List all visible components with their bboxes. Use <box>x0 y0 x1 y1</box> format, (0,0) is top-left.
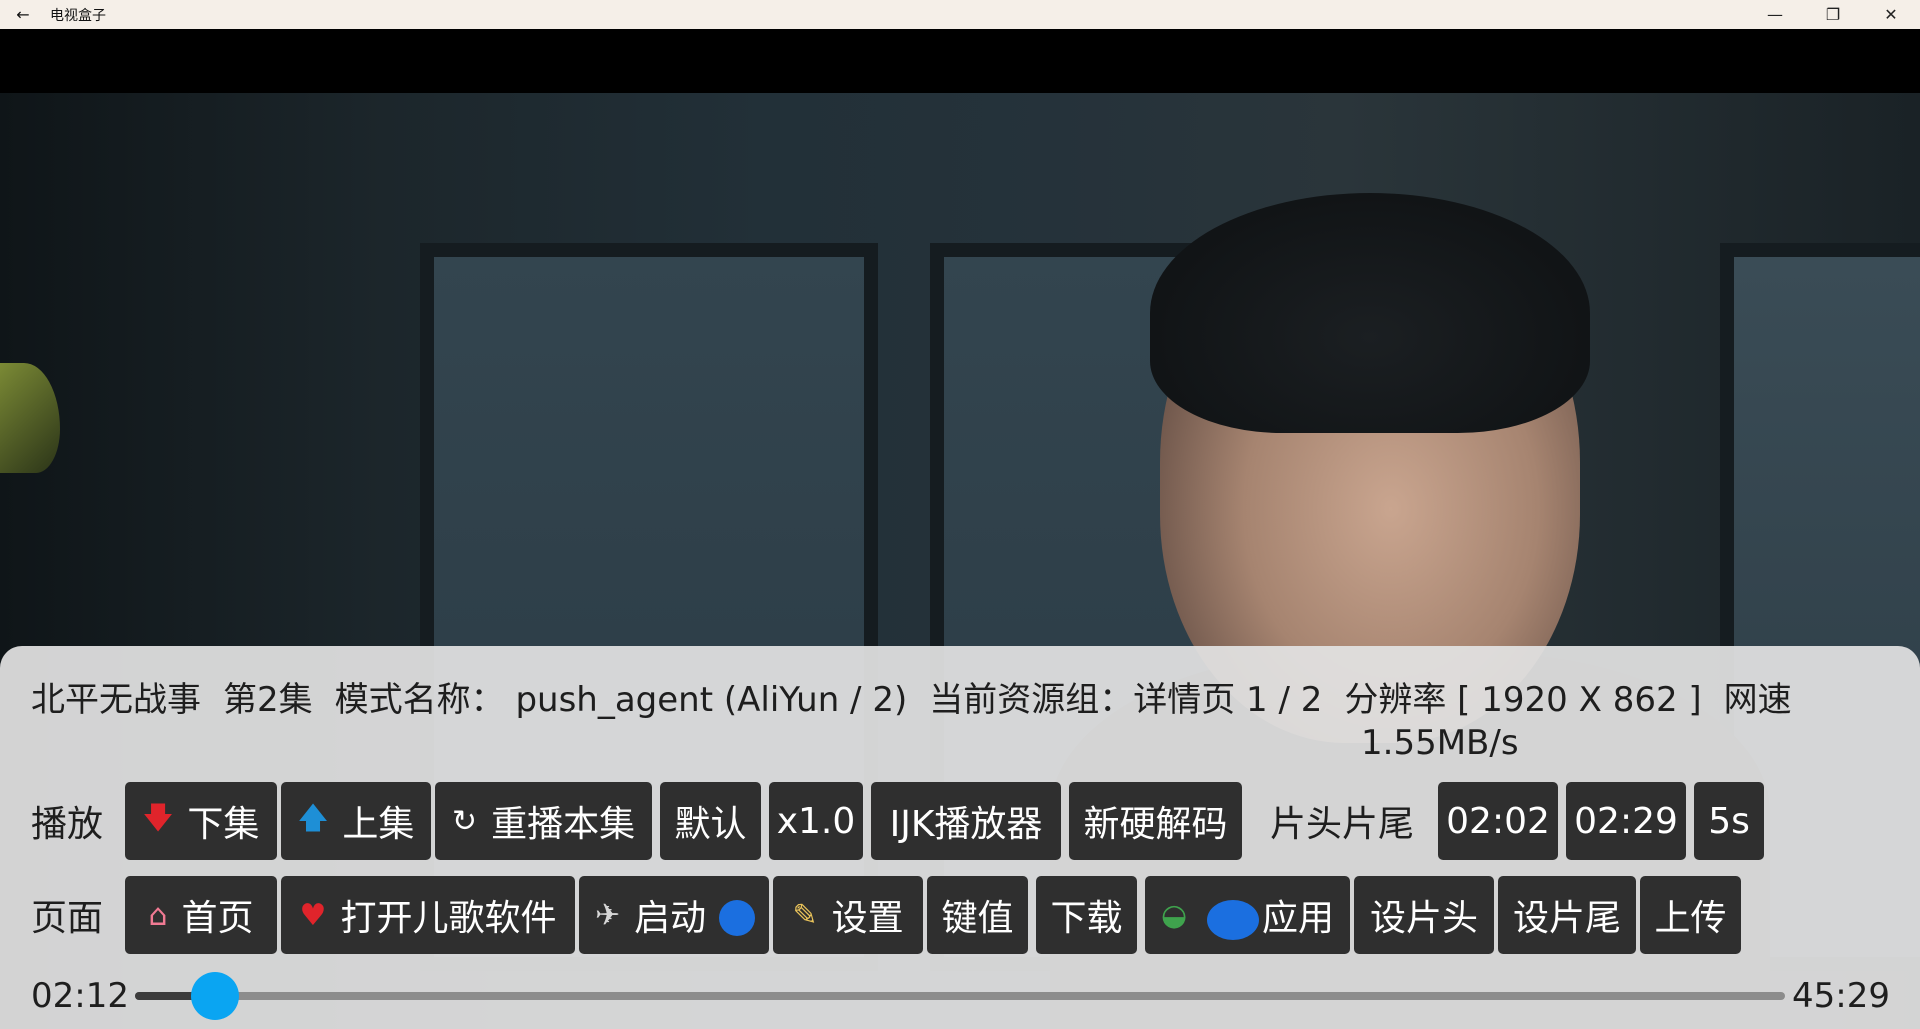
skip-step-button[interactable]: 5s <box>1694 782 1765 860</box>
show-title: 北平无战事 <box>31 680 201 720</box>
key-values-button[interactable]: 键值 <box>927 876 1028 954</box>
playback-speed-button[interactable]: x1.0 <box>769 782 863 860</box>
download-button[interactable]: 下载 <box>1036 876 1137 954</box>
next-episode-button[interactable]: 🡇 下集 <box>125 782 277 860</box>
intro-time-button[interactable]: 02:02 <box>1438 782 1559 860</box>
foreground-leaf <box>0 363 60 473</box>
home-label: 首页 <box>181 898 254 939</box>
set-intro-button[interactable]: 设片头 <box>1354 876 1494 954</box>
video-surface[interactable]: 北平无战事 第2集 模式名称： push_agent (AliYun / 2) … <box>0 29 1920 1029</box>
mode-name: 模式名称： push_agent (AliYun / 2) <box>334 680 908 720</box>
minimize-icon[interactable]: — <box>1746 0 1804 29</box>
replay-button[interactable]: ↻ 重播本集 <box>435 782 652 860</box>
prev-episode-label: 上集 <box>342 804 415 845</box>
redaction-scribble <box>1207 900 1259 940</box>
scale-mode-button[interactable]: 默认 <box>660 782 761 860</box>
player-select-button[interactable]: IJK播放器 <box>871 782 1061 860</box>
upload-button[interactable]: 上传 <box>1640 876 1741 954</box>
play-controls-row: 播放 🡇 下集 🡅 上集 ↻ 重播本集 默认 x1.0 IJK播放器 新硬解码 … <box>31 782 1768 860</box>
settings-button[interactable]: ✎ 设置 <box>773 876 923 954</box>
home-button[interactable]: ⌂ 首页 <box>125 876 277 954</box>
open-kids-songs-label: 打开儿歌软件 <box>340 898 557 939</box>
apps-label: 应用 <box>1261 898 1334 939</box>
total-time: 45:29 <box>1792 976 1890 1016</box>
back-arrow-icon[interactable]: ← <box>0 0 46 29</box>
prev-episode-button[interactable]: 🡅 上集 <box>281 782 431 860</box>
source-group: 当前资源组：详情页 1 / 2 <box>929 680 1323 720</box>
media-info-line: 北平无战事 第2集 模式名称： push_agent (AliYun / 2) … <box>31 679 1881 765</box>
set-outro-button[interactable]: 设片尾 <box>1498 876 1636 954</box>
replay-icon: ↻ <box>451 803 478 839</box>
launch-label: 启动 <box>634 898 707 939</box>
restore-icon[interactable]: ❐ <box>1804 0 1862 29</box>
decoder-select-button[interactable]: 新硬解码 <box>1069 782 1242 860</box>
resolution-label: 分辨率 [ 1920 X 862 ] <box>1344 680 1702 720</box>
apps-button[interactable]: ◒ 应用 <box>1145 876 1350 954</box>
replay-label: 重播本集 <box>491 804 636 845</box>
heart-icon: ♥ <box>299 897 327 933</box>
close-icon[interactable]: ✕ <box>1862 0 1920 29</box>
page-row-label: 页面 <box>31 898 104 939</box>
network-speed-value: 1.55MB/s <box>1361 723 1519 763</box>
person-hair <box>1150 193 1590 433</box>
redaction-scribble <box>719 900 755 936</box>
open-kids-songs-button[interactable]: ♥ 打开儿歌软件 <box>281 876 575 954</box>
tools-icon: ✎ <box>792 897 818 933</box>
seek-thumb[interactable] <box>190 972 239 1020</box>
intro-outro-label: 片头片尾 <box>1270 804 1415 845</box>
house-icon: ⌂ <box>148 897 168 933</box>
launch-button[interactable]: ✈ 启动 <box>579 876 769 954</box>
window-title: 电视盒子 <box>50 7 106 24</box>
outro-time-button[interactable]: 02:29 <box>1566 782 1687 860</box>
play-row-label: 播放 <box>31 804 104 845</box>
up-arrow-icon: 🡅 <box>297 800 329 836</box>
next-episode-label: 下集 <box>187 804 260 845</box>
seek-bar[interactable] <box>135 972 1785 1020</box>
current-time: 02:12 <box>31 976 129 1016</box>
watermelon-icon: ◒ <box>1161 897 1188 933</box>
player-control-panel: 北平无战事 第2集 模式名称： push_agent (AliYun / 2) … <box>0 646 1920 1029</box>
network-speed-label: 网速 <box>1723 680 1792 720</box>
down-arrow-icon: 🡇 <box>142 800 174 836</box>
airplane-icon: ✈ <box>595 897 621 933</box>
window-titlebar: ← 电视盒子 — ❐ ✕ <box>0 0 1920 29</box>
settings-label: 设置 <box>831 898 904 939</box>
page-controls-row: 页面 ⌂ 首页 ♥ 打开儿歌软件 ✈ 启动 ✎ 设置 键值 下载 ◒ 应用 设片… <box>31 876 1745 954</box>
episode-label: 第2集 <box>223 680 313 720</box>
